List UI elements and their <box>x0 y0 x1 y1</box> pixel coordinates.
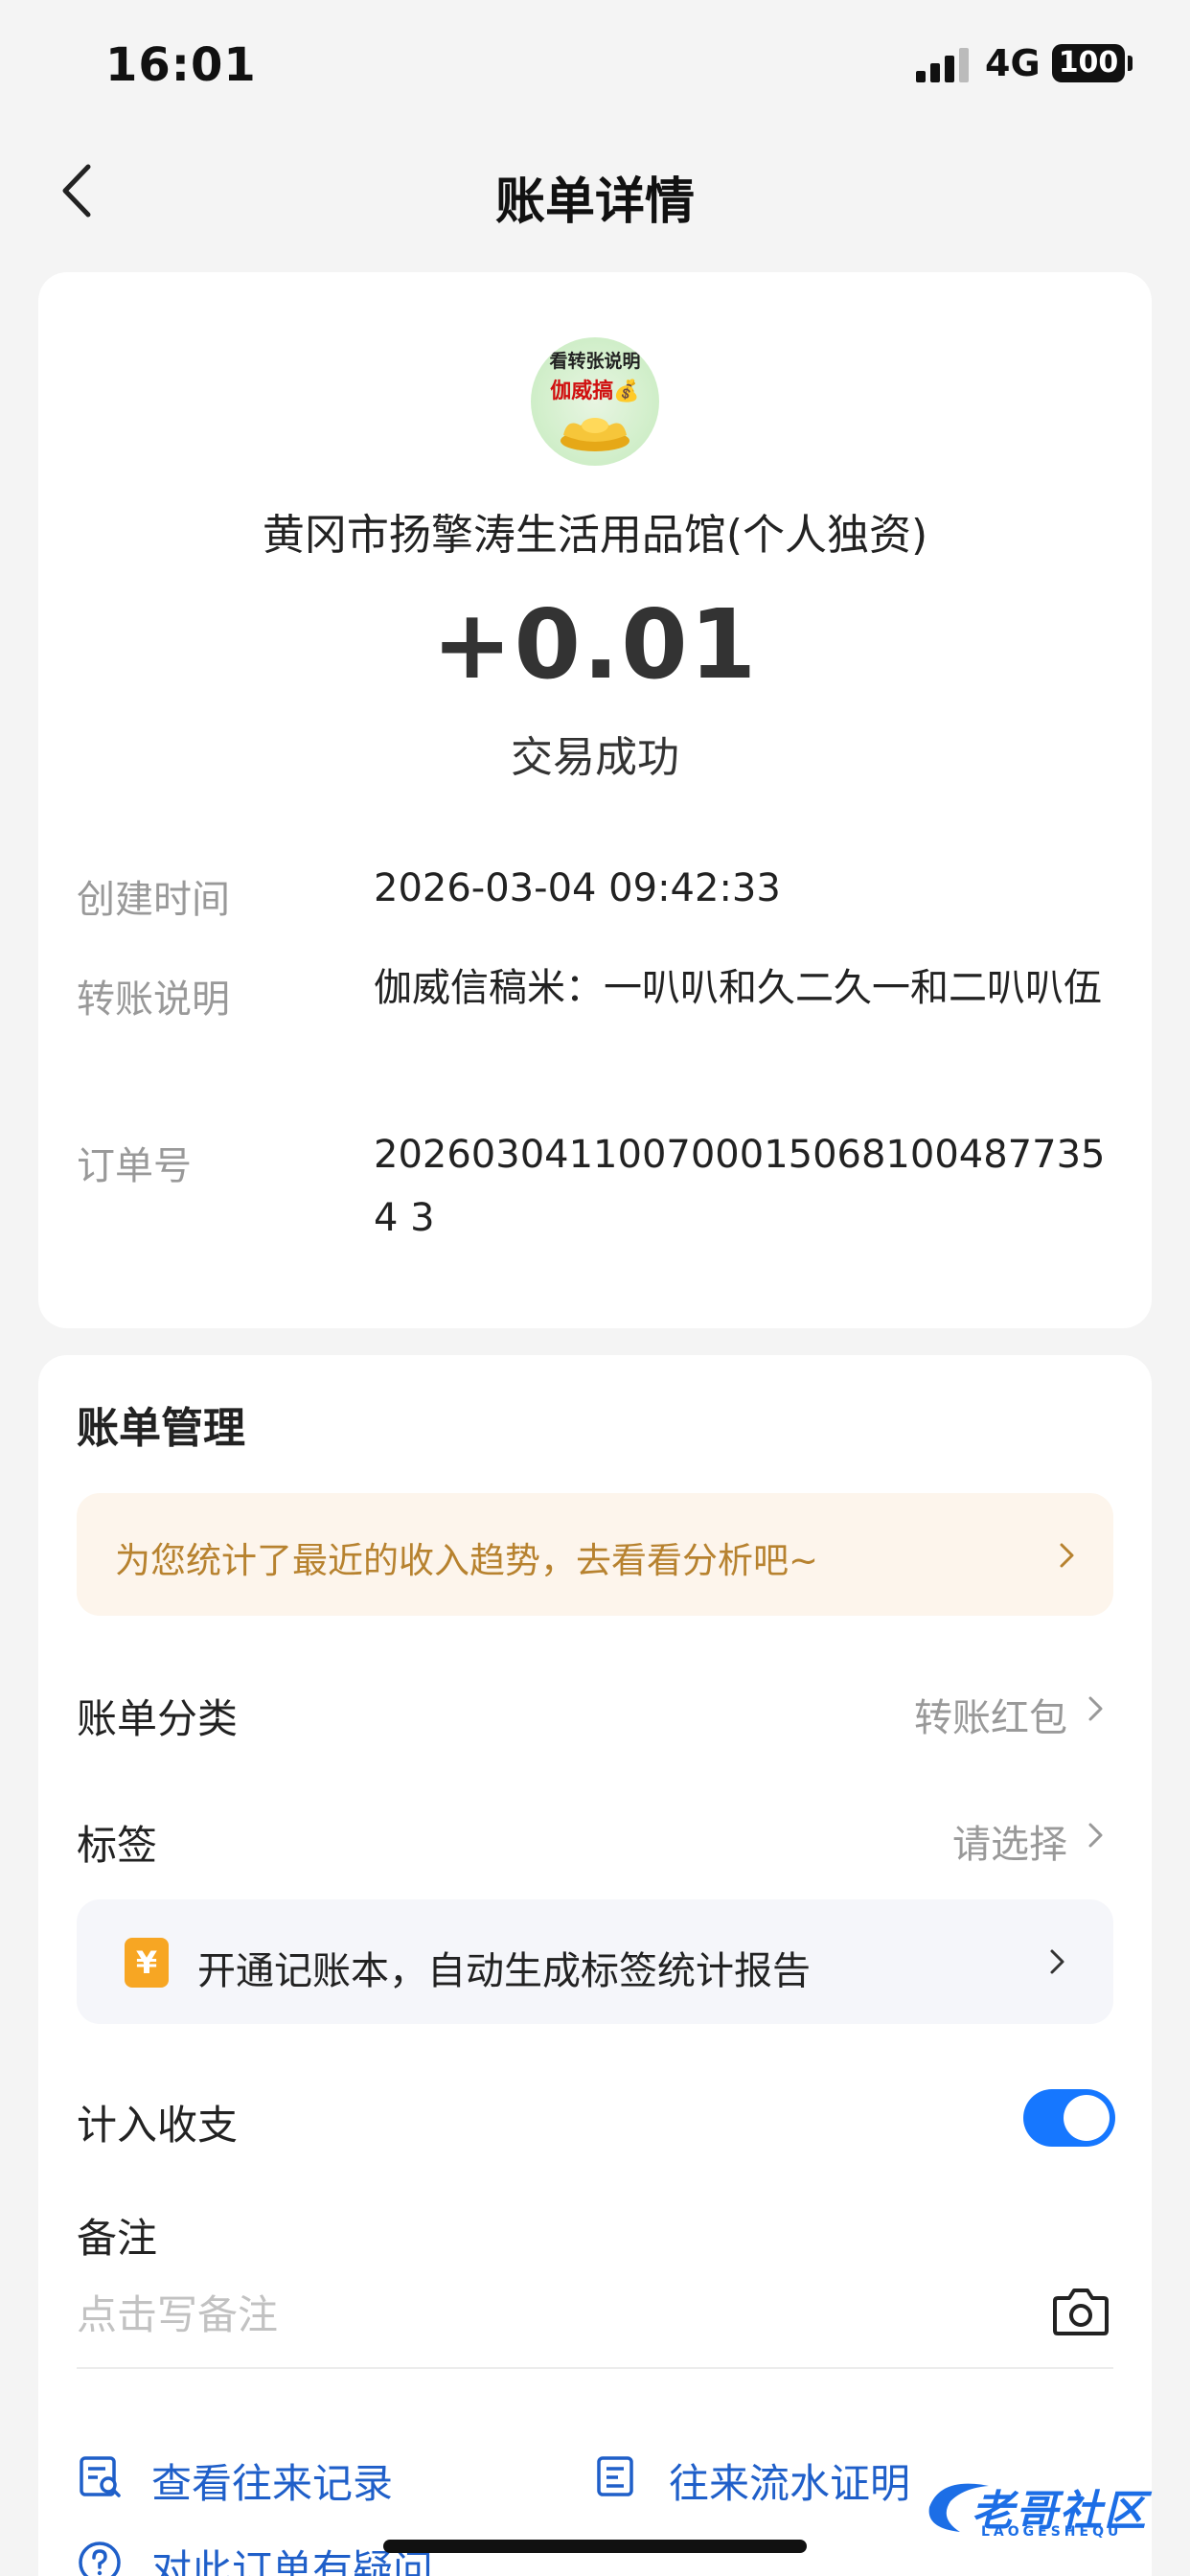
yuan-notebook-icon: ¥ <box>125 1938 169 1988</box>
toggle-knob <box>1064 2095 1110 2141</box>
divider <box>77 2367 1113 2369</box>
open-notebook-banner[interactable]: ¥ 开通记账本，自动生成标签统计报告 <box>77 1899 1113 2024</box>
signal-icon <box>916 48 970 82</box>
detail-value-created: 2026-03-04 09:42:33 <box>374 866 781 910</box>
chevron-right-icon <box>1088 1823 1103 1848</box>
tag-label: 标签 <box>77 1822 158 1869</box>
home-indicator[interactable] <box>383 2540 807 2553</box>
tag-value: 请选择 <box>952 1823 1067 1867</box>
tip-text: 为您统计了最近的收入趋势，去看看分析吧~ <box>115 1540 819 1581</box>
chevron-right-icon <box>1060 1543 1074 1568</box>
memo-label: 备注 <box>77 2215 158 2262</box>
detail-label-created: 创建时间 <box>77 878 230 922</box>
proof-icon <box>597 2456 633 2496</box>
detail-label-remark: 转账说明 <box>77 978 230 1022</box>
income-trend-tip[interactable]: 为您统计了最近的收入趋势，去看看分析吧~ <box>77 1493 1113 1616</box>
memo-input[interactable]: 点击写备注 <box>77 2283 278 2341</box>
page-title: 账单详情 <box>494 173 695 231</box>
detail-value-remark: 伽威信稿米：一叭叭和久二久一和二叭叭伍 <box>374 966 1102 1010</box>
avatar-name: 伽威搞💰 <box>550 380 640 403</box>
network-type: 4G <box>985 42 1041 84</box>
nav-bar: 账单详情 <box>0 144 1190 240</box>
count-toggle[interactable] <box>1023 2089 1115 2147</box>
avatar-caption: 看转张说明 <box>549 351 641 372</box>
statement-proof-link[interactable]: 往来流水证明 <box>669 2451 910 2510</box>
records-icon <box>80 2456 121 2497</box>
bill-summary-card: 看转张说明 伽威搞💰 黄冈市扬擎涛生活用品馆(个人独资) +0.01 交易成功 … <box>38 272 1152 1328</box>
gold-ingot-icon <box>561 418 629 451</box>
chevron-right-icon <box>1088 1696 1103 1721</box>
status-time: 16:01 <box>105 38 257 92</box>
detail-value-order[interactable]: 2026030411007000150681004877354 3 <box>374 1123 1121 1250</box>
merchant-name: 黄冈市扬擎涛生活用品馆(个人独资) <box>262 511 928 560</box>
category-selector[interactable]: 转账红包 <box>786 1671 1113 1748</box>
tag-selector[interactable]: 请选择 <box>786 1798 1113 1874</box>
chevron-right-icon <box>1050 1949 1064 1974</box>
status-bar: 16:01 4G 100 <box>0 0 1190 134</box>
notebook-text: 开通记账本，自动生成标签统计报告 <box>197 1949 811 1993</box>
question-icon <box>79 2542 121 2576</box>
battery-icon: 100 <box>1052 44 1133 82</box>
category-value: 转账红包 <box>914 1696 1067 1740</box>
camera-icon[interactable] <box>1052 2285 1110 2336</box>
count-label: 计入收支 <box>77 2102 239 2149</box>
transaction-status: 交易成功 <box>511 733 679 782</box>
bill-management-card: 账单管理 为您统计了最近的收入趋势，去看看分析吧~ 账单分类 转账红包 标签 请… <box>38 1355 1152 2576</box>
category-label: 账单分类 <box>77 1695 239 1742</box>
transaction-amount: +0.01 <box>431 588 759 701</box>
detail-label-order: 订单号 <box>77 1144 192 1188</box>
merchant-avatar: 看转张说明 伽威搞💰 <box>531 337 659 466</box>
section-title: 账单管理 <box>77 1404 245 1453</box>
view-records-link[interactable]: 查看往来记录 <box>151 2451 393 2510</box>
watermark-logo: 老哥社区 LAOGESHEQU <box>922 2471 1171 2547</box>
watermark-subtext: LAOGESHEQU <box>981 2524 1123 2540</box>
